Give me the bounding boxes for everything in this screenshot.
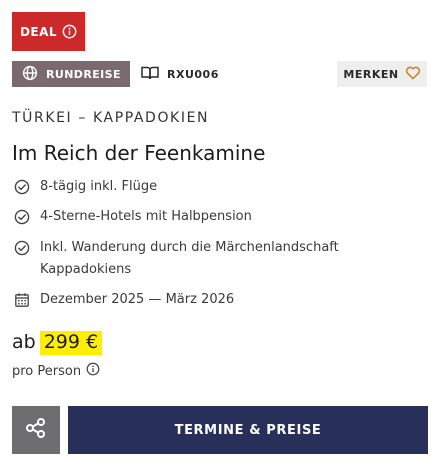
trip-code-label: RXU006 (167, 67, 219, 81)
deal-badge: DEAL (12, 12, 85, 51)
price: ab 299 € (12, 331, 103, 355)
check-circle-icon (13, 237, 31, 259)
trip-type-badge: RUNDREISE (12, 61, 130, 87)
info-icon[interactable] (62, 24, 77, 39)
feature-item: 8-tägig inkl. Flüge (13, 176, 370, 198)
globe-icon (22, 65, 38, 84)
dates-prices-button[interactable]: TERMINE & PREISE (68, 406, 428, 454)
heart-icon (405, 66, 421, 83)
trip-type-label: RUNDREISE (46, 67, 121, 81)
catalog-book-icon (141, 65, 159, 84)
feature-text: 8-tägig inkl. Flüge (40, 179, 158, 194)
dates-prices-label: TERMINE & PREISE (174, 422, 322, 438)
feature-text: Dezember 2025 — März 2026 (40, 292, 235, 307)
feature-item: Inkl. Wanderung durch die Märchenlandsch… (13, 237, 360, 281)
price-note: pro Person (12, 362, 100, 380)
feature-text: Inkl. Wanderung durch die Märchenlandsch… (40, 240, 339, 277)
wishlist-button[interactable]: MERKEN (337, 61, 427, 87)
info-icon[interactable] (86, 362, 100, 380)
trip-title[interactable]: Im Reich der Feenkamine (12, 141, 265, 165)
check-circle-icon (13, 176, 31, 198)
feature-item: Dezember 2025 — März 2026 (13, 289, 370, 311)
price-prefix: ab (12, 331, 36, 353)
trip-code: RXU006 (141, 61, 219, 87)
deal-label: DEAL (19, 24, 58, 39)
wishlist-label: MERKEN (343, 67, 399, 81)
check-circle-icon (13, 206, 31, 228)
share-button[interactable] (12, 406, 60, 454)
price-amount: 299 € (39, 331, 103, 355)
calendar-icon (13, 289, 31, 311)
per-person-label: pro Person (12, 363, 82, 379)
share-icon (25, 417, 47, 443)
feature-text: 4-Sterne-Hotels mit Halbpension (40, 209, 252, 224)
trip-region: TÜRKEI – KAPPADOKIEN (12, 110, 210, 126)
feature-item: 4-Sterne-Hotels mit Halbpension (13, 206, 370, 228)
